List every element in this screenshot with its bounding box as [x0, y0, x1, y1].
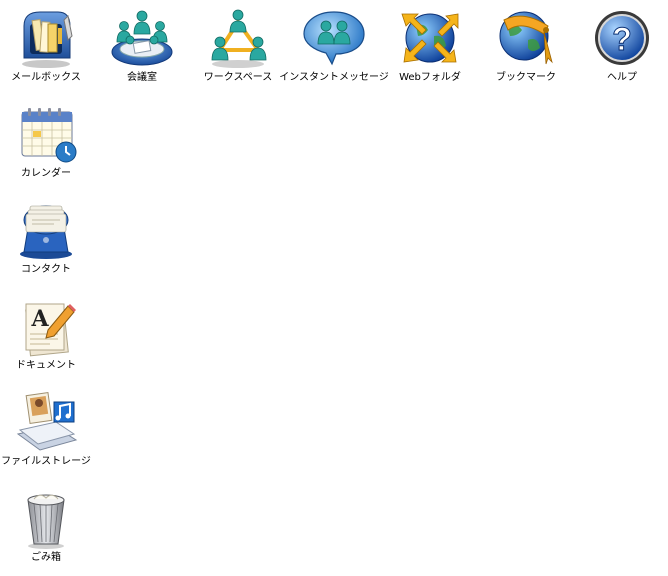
icon-label: カレンダー: [21, 168, 71, 179]
icon-label: ヘルプ: [607, 72, 637, 83]
icon-label: ごみ箱: [31, 552, 61, 563]
bookmark-icon: [499, 11, 553, 65]
contact-rolodex-icon: [20, 205, 72, 259]
meeting-room-icon: [111, 10, 173, 66]
icon-label: 会議室: [127, 72, 157, 83]
desktop-icon-calendar[interactable]: カレンダー: [0, 102, 94, 192]
desktop-icon-instant-message[interactable]: インスタントメッセージ: [279, 6, 389, 96]
icon-label: ブックマーク: [496, 72, 556, 83]
trash-icon: [27, 494, 65, 549]
desktop-icon-web-folder[interactable]: Webフォルダ: [382, 6, 478, 96]
desktop-icon-help[interactable]: ? ヘルプ: [574, 6, 668, 96]
file-storage-icon: [16, 392, 78, 451]
help-icon: ?: [595, 11, 649, 65]
icon-label: メールボックス: [11, 72, 81, 83]
web-folder-icon: [401, 13, 459, 63]
desktop-icon-mailbox[interactable]: メールボックス: [0, 6, 94, 96]
icon-label: ファイルストレージ: [1, 456, 91, 467]
icon-label: ドキュメント: [16, 360, 76, 371]
desktop-icon-meeting-room[interactable]: 会議室: [94, 6, 190, 96]
desktop-icon-document[interactable]: A ドキュメント: [0, 294, 94, 384]
desktop-icon-file-storage[interactable]: ファイルストレージ: [0, 390, 94, 480]
icon-label: Webフォルダ: [399, 72, 461, 83]
calendar-icon: [21, 108, 77, 163]
icon-label: インスタントメッセージ: [279, 72, 389, 83]
desktop-icon-trash[interactable]: ごみ箱: [0, 486, 94, 576]
desktop-icon-workspace[interactable]: ワークスペース: [190, 6, 286, 96]
workspace-icon: [211, 9, 267, 68]
svg-text:A: A: [30, 306, 49, 332]
desktop-icon-contact[interactable]: コンタクト: [0, 198, 94, 288]
document-icon: A: [25, 303, 76, 357]
mailbox-icon: [22, 11, 73, 68]
desktop-icon-bookmark[interactable]: ブックマーク: [478, 6, 574, 96]
instant-message-icon: [303, 11, 365, 66]
svg-text:?: ?: [612, 21, 632, 57]
icon-label: ワークスペース: [203, 72, 273, 83]
icon-label: コンタクト: [21, 264, 71, 275]
